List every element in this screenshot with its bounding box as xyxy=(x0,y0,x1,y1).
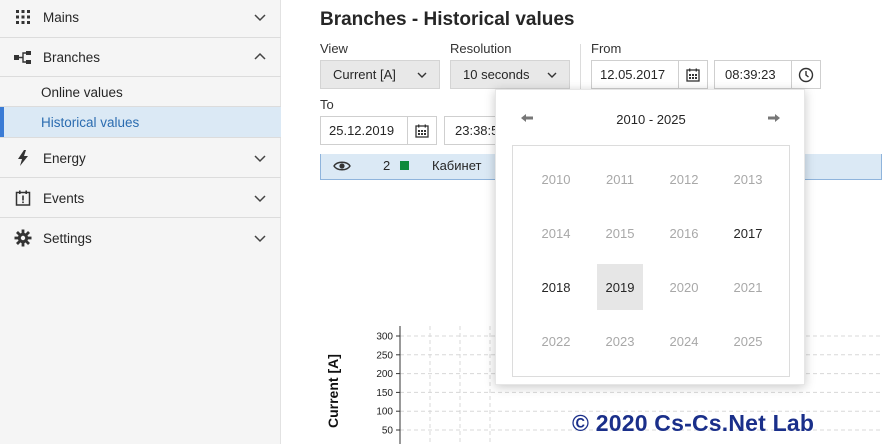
view-select-value: Current [A] xyxy=(333,67,396,82)
chevron-down-icon xyxy=(254,235,266,243)
watermark: © 2020 Cs-Cs.Net Lab xyxy=(572,410,815,436)
gear-icon xyxy=(14,229,32,247)
year-cell-2013[interactable]: 2013 xyxy=(725,156,771,202)
sidebar-item-mains[interactable]: Mains xyxy=(0,0,281,37)
year-cell-2018[interactable]: 2018 xyxy=(533,264,579,310)
branch-number: 2 xyxy=(383,158,391,173)
year-cell-2012[interactable]: 2012 xyxy=(661,156,707,202)
from-time-input[interactable]: 08:39:23 xyxy=(714,60,792,89)
chart-axis: 300 250 200 150 100 50 xyxy=(376,326,401,444)
from-clock-button[interactable] xyxy=(791,60,821,89)
sidebar-item-energy[interactable]: Energy xyxy=(0,138,281,178)
from-date-value: 12.05.2017 xyxy=(600,67,666,82)
chart-ytick-label: 300 xyxy=(376,332,393,343)
resolution-select[interactable]: 10 seconds xyxy=(450,60,570,89)
year-cell-2024[interactable]: 2024 xyxy=(661,318,707,364)
sidebar-subitem-label: Historical values xyxy=(41,114,140,130)
events-icon xyxy=(14,189,32,207)
chart-ytick-label: 50 xyxy=(382,426,394,437)
chart-ytick-label: 250 xyxy=(376,350,393,361)
from-time-value: 08:39:23 xyxy=(725,67,776,82)
lightning-icon xyxy=(14,149,32,167)
calendar-icon xyxy=(686,68,700,82)
year-cell-2017[interactable]: 2017 xyxy=(725,210,771,256)
resolution-select-value: 10 seconds xyxy=(463,67,530,82)
divider xyxy=(580,44,581,90)
to-date-value: 25.12.2019 xyxy=(329,123,395,138)
from-date-input[interactable]: 12.05.2017 xyxy=(591,60,679,89)
sidebar: Mains Branches Online values Historical … xyxy=(0,0,281,444)
year-grid: 2010 2011 2012 2013 2014 2015 2016 2017 2018 2019… xyxy=(512,145,790,377)
sidebar-item-events[interactable]: Events xyxy=(0,178,281,218)
year-cell-2019[interactable]: 2019 xyxy=(597,264,643,310)
calendar-icon xyxy=(415,124,429,138)
chart-ytick-label: 150 xyxy=(376,388,393,399)
chevron-down-icon xyxy=(254,195,266,203)
branches-icon xyxy=(14,48,32,66)
to-label: To xyxy=(320,97,334,112)
sidebar-item-label: Events xyxy=(43,190,85,206)
year-cell-2020[interactable]: 2020 xyxy=(661,264,707,310)
eye-icon[interactable] xyxy=(333,158,351,174)
sidebar-subitem-label: Online values xyxy=(41,84,123,100)
to-calendar-button[interactable] xyxy=(407,116,437,145)
year-picker-popup: 2010 - 2025 2010 2011 2012 2013 2014 2015 2016… xyxy=(495,89,805,385)
sidebar-subitem-historical-values[interactable]: Historical values xyxy=(0,107,281,137)
sidebar-subitem-online-values[interactable]: Online values xyxy=(0,77,281,107)
from-calendar-button[interactable] xyxy=(678,60,708,89)
year-cell-2016[interactable]: 2016 xyxy=(661,210,707,256)
chevron-down-icon xyxy=(417,72,427,78)
year-cell-2022[interactable]: 2022 xyxy=(533,318,579,364)
clock-icon xyxy=(798,67,814,82)
chart-ytick-label: 200 xyxy=(376,369,393,380)
resolution-label: Resolution xyxy=(450,41,512,56)
year-cell-2010[interactable]: 2010 xyxy=(533,156,579,202)
chevron-up-icon xyxy=(254,52,266,60)
year-cell-2014[interactable]: 2014 xyxy=(533,210,579,256)
sidebar-item-label: Energy xyxy=(43,150,86,166)
view-select[interactable]: Current [A] xyxy=(320,60,440,89)
to-date-input[interactable]: 25.12.2019 xyxy=(320,116,408,145)
chevron-down-icon xyxy=(547,72,557,78)
from-label: From xyxy=(591,41,622,56)
arrow-right-icon[interactable] xyxy=(766,110,782,126)
year-cell-2015[interactable]: 2015 xyxy=(597,210,643,256)
sidebar-item-branches[interactable]: Branches xyxy=(0,37,281,77)
year-cell-2011[interactable]: 2011 xyxy=(597,156,643,202)
chevron-down-icon xyxy=(254,155,266,163)
sidebar-item-label: Branches xyxy=(43,49,101,65)
branch-name: Кабинет xyxy=(432,158,482,173)
chart-ytick-label: 100 xyxy=(376,407,393,418)
year-cell-2023[interactable]: 2023 xyxy=(597,318,643,364)
year-cell-2025[interactable]: 2025 xyxy=(725,318,771,364)
grid-icon xyxy=(14,8,32,26)
view-label: View xyxy=(320,41,348,56)
branch-color-swatch xyxy=(400,161,409,170)
year-range-label[interactable]: 2010 - 2025 xyxy=(496,112,806,127)
page-title: Branches - Historical values xyxy=(320,9,575,30)
chevron-down-icon xyxy=(254,14,266,22)
to-time-value: 23:38:5 xyxy=(455,123,499,138)
sidebar-item-settings[interactable]: Settings xyxy=(0,218,281,258)
year-cell-2021[interactable]: 2021 xyxy=(725,264,771,310)
sidebar-item-label: Settings xyxy=(43,230,92,246)
sidebar-item-label: Mains xyxy=(43,9,80,25)
